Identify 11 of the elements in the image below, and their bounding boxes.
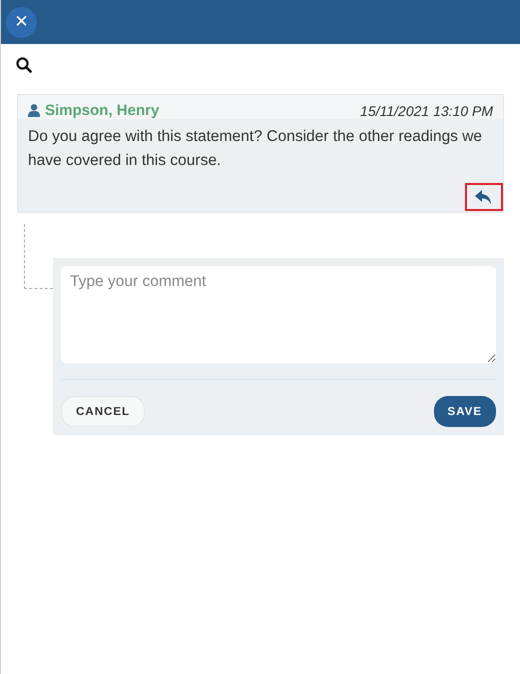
cancel-button[interactable]: CANCEL bbox=[61, 396, 145, 427]
reply-button[interactable] bbox=[465, 183, 503, 211]
close-button[interactable]: ✕ bbox=[6, 6, 37, 38]
save-button[interactable]: SAVE bbox=[434, 396, 496, 427]
user-icon bbox=[28, 104, 40, 117]
comment-timestamp: 15/11/2021 13:10 PM bbox=[360, 102, 493, 118]
reply-arrow-icon bbox=[475, 190, 493, 204]
comment-input[interactable]: Type your comment bbox=[61, 266, 496, 363]
comment-text: Do you agree with this statement? Consider the other readings we have covered in this course. bbox=[27, 127, 484, 171]
search-icon[interactable] bbox=[16, 57, 32, 73]
author-name: Simpson, Henry bbox=[45, 102, 160, 119]
